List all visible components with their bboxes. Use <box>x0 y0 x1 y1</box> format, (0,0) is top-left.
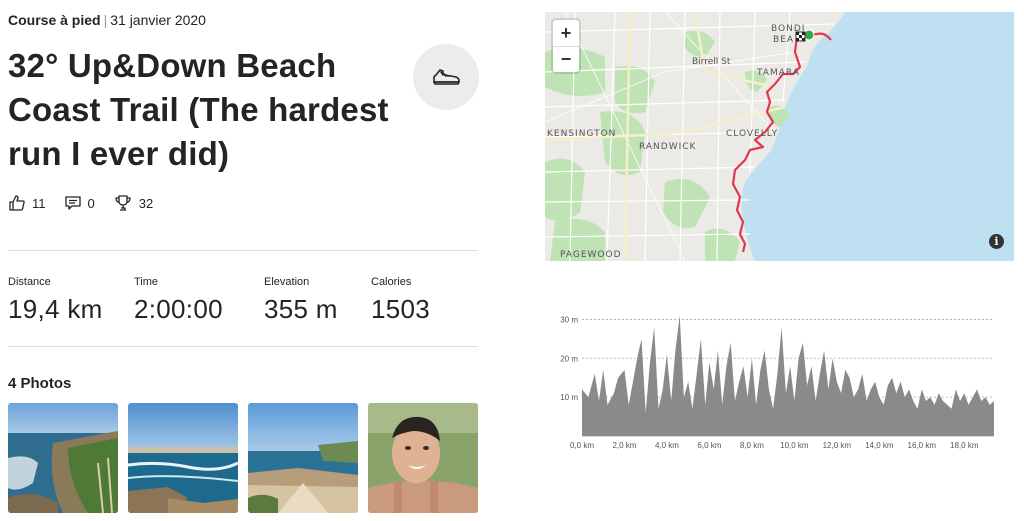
running-shoe-icon <box>433 69 460 85</box>
map-label-bondi: BONDI <box>771 24 806 34</box>
y-tick-label: 20 m <box>560 354 578 363</box>
achievements-button[interactable]: 32 <box>113 194 153 212</box>
stat-label: Calories <box>371 276 412 288</box>
x-tick-label: 10,0 km <box>780 441 809 450</box>
divider <box>8 346 478 347</box>
social-stats: 11 0 32 <box>8 194 171 212</box>
x-tick-label: 6,0 km <box>697 441 721 450</box>
bondi-beach-photo[interactable] <box>128 403 238 513</box>
zoom-out-button[interactable]: − <box>553 46 579 72</box>
map-label-beach: BEA <box>773 35 795 45</box>
achievements-count: 32 <box>138 195 154 211</box>
divider <box>8 250 478 251</box>
elevation-chart[interactable]: 10 m 20 m 30 m 0,0 km 2,0 km 4,0 km 6,0 km 8,0 … <box>545 290 1015 460</box>
x-tick-label: 16,0 km <box>908 441 937 450</box>
map-label-clovelly: CLOVELLY <box>726 129 779 139</box>
y-tick-label: 30 m <box>560 315 578 324</box>
map-label-tamarama: TAMARA <box>757 68 800 78</box>
thumbs-up-icon <box>9 195 25 211</box>
coast-walk-photo[interactable] <box>248 403 358 513</box>
activity-type: Course à pied <box>8 12 101 28</box>
map-label-birrell: Birrell St <box>692 57 731 67</box>
x-tick-label: 14,0 km <box>865 441 894 450</box>
elevation-chart-svg: 10 m 20 m 30 m 0,0 km 2,0 km 4,0 km 6,0 km 8,0 … <box>560 315 994 450</box>
activity-meta: Course à pied | 31 janvier 2020 <box>8 12 206 28</box>
coastal-cliffs-photo[interactable] <box>8 403 118 513</box>
comments-button[interactable]: 0 <box>64 194 95 212</box>
zoom-in-button[interactable]: + <box>553 20 579 46</box>
stat-time: Time 2:00:00 <box>134 276 264 325</box>
comment-icon <box>64 196 81 210</box>
map-info-button[interactable]: i <box>989 234 1004 249</box>
x-tick-label: 2,0 km <box>612 441 636 450</box>
stat-label: Distance <box>8 276 51 288</box>
stat-calories: Calories 1503 <box>371 276 471 325</box>
kudos-button[interactable]: 11 <box>8 194 46 212</box>
photos-heading: 4 Photos <box>8 375 72 392</box>
x-tick-label: 4,0 km <box>655 441 679 450</box>
kudos-count: 11 <box>32 195 46 211</box>
stat-value: 19,4 km <box>8 294 103 324</box>
map-label-kensington: KENSINGTON <box>547 129 617 139</box>
trophy-icon <box>115 195 131 211</box>
zoom-controls: + − <box>553 20 579 72</box>
y-tick-label: 10 m <box>560 393 578 402</box>
stat-value: 1503 <box>371 294 431 324</box>
stat-label: Elevation <box>264 276 310 288</box>
activity-type-badge <box>413 44 479 110</box>
x-tick-label: 0,0 km <box>570 441 594 450</box>
activity-title: 32° Up&Down Beach Coast Trail (The harde… <box>8 47 389 172</box>
activity-stats: Distance 19,4 km Time 2:00:00 Elevation … <box>8 276 471 325</box>
comments-count: 0 <box>87 195 95 211</box>
stat-elevation: Elevation 355 m <box>264 276 371 325</box>
meta-separator: | <box>103 12 108 28</box>
x-tick-label: 18,0 km <box>950 441 979 450</box>
activity-date: 31 janvier 2020 <box>110 12 206 28</box>
stat-distance: Distance 19,4 km <box>8 276 134 325</box>
stat-value: 2:00:00 <box>134 294 223 324</box>
elevation-area <box>582 315 994 436</box>
stat-value: 355 m <box>264 294 338 324</box>
map-label-pagewood: PAGEWOOD <box>560 250 622 260</box>
x-tick-label: 12,0 km <box>823 441 852 450</box>
selfie-photo[interactable] <box>368 403 478 513</box>
stat-label: Time <box>134 276 159 288</box>
route-map[interactable]: BONDI BEA Birrell St TAMARA KENSINGTON R… <box>545 12 1014 261</box>
x-tick-label: 8,0 km <box>740 441 764 450</box>
map-label-randwick: RANDWICK <box>639 142 697 152</box>
